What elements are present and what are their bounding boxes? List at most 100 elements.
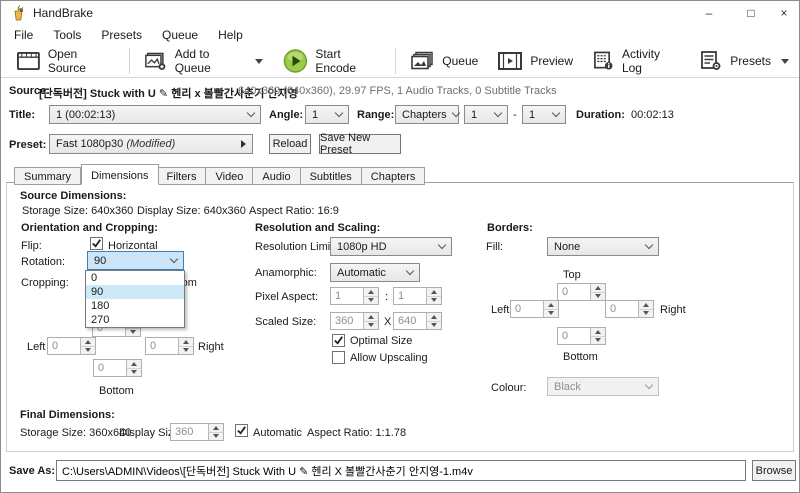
final-aspect-ratio: Aspect Ratio: 1:1.78 <box>307 427 406 439</box>
preview-label: Preview <box>530 54 573 68</box>
menu-file[interactable]: File <box>4 26 43 44</box>
crop-right-label: Right <box>198 341 224 353</box>
log-document-icon <box>593 51 614 71</box>
angle-label: Angle: <box>269 109 303 121</box>
triangle-down-icon <box>130 330 136 334</box>
save-as-input[interactable] <box>56 460 746 481</box>
range-from-select[interactable]: 1 <box>464 105 508 124</box>
browse-button[interactable]: Browse <box>752 460 796 481</box>
chevron-down-icon <box>552 109 560 117</box>
tab-video[interactable]: Video <box>206 167 253 185</box>
triangle-up-icon <box>368 315 374 319</box>
tab-subtitles[interactable]: Subtitles <box>301 167 362 185</box>
rotation-option-270[interactable]: 270 <box>86 313 184 327</box>
menu-presets[interactable]: Presets <box>91 26 152 44</box>
toolbar: Open Source Add to Queue Start Encode <box>1 45 799 78</box>
border-bottom-spinner: 0 <box>557 327 606 345</box>
chevron-down-icon[interactable] <box>781 59 789 64</box>
queue-button[interactable]: Queue <box>400 48 488 74</box>
crop-left-spinner[interactable]: 0 <box>47 337 96 355</box>
rotation-select[interactable]: 90 <box>87 251 184 270</box>
start-encode-label: Start Encode <box>315 47 381 75</box>
presets-label: Presets <box>730 54 771 68</box>
spin-up-button <box>427 313 441 322</box>
title-label: Title: <box>9 109 35 121</box>
triangle-down-icon <box>643 311 649 315</box>
menu-queue[interactable]: Queue <box>152 26 208 44</box>
spin-down-button[interactable] <box>179 347 193 355</box>
menu-help[interactable]: Help <box>208 26 253 44</box>
menubar: File Tools Presets Queue Help <box>1 25 799 45</box>
reload-button[interactable]: Reload <box>269 134 311 154</box>
angle-select[interactable]: 1 <box>305 105 349 124</box>
cropping-label: Cropping: <box>21 277 69 289</box>
tab-dimensions[interactable]: Dimensions <box>81 164 158 185</box>
fill-label: Fill: <box>486 241 503 253</box>
maximize-button[interactable]: □ <box>734 1 768 25</box>
minimize-button[interactable]: – <box>692 1 726 25</box>
resolution-limit-value: 1080p HD <box>337 241 387 253</box>
fill-select[interactable]: None <box>547 237 659 256</box>
range-type-select[interactable]: Chapters <box>395 105 459 124</box>
rotation-option-90[interactable]: 90 <box>86 285 184 299</box>
save-new-preset-button[interactable]: Save New Preset <box>319 134 401 154</box>
range-label: Range: <box>357 109 394 121</box>
spin-down-button[interactable] <box>81 347 95 355</box>
resolution-limit-select[interactable]: 1080p HD <box>330 237 452 256</box>
rotation-dropdown-list: 0 90 180 270 <box>85 270 185 328</box>
menu-tools[interactable]: Tools <box>43 26 91 44</box>
optimal-size-checkbox[interactable] <box>332 334 345 347</box>
activity-log-button[interactable]: Activity Log <box>583 44 690 78</box>
rotation-value: 90 <box>94 255 106 267</box>
spin-down-button[interactable] <box>127 369 141 377</box>
close-button[interactable]: × <box>767 1 800 25</box>
title-select[interactable]: 1 (00:02:13) <box>49 105 261 124</box>
source-aspect-ratio: Aspect Ratio: 16:9 <box>249 205 339 217</box>
open-source-button[interactable]: Open Source <box>7 44 125 78</box>
spin-up-button[interactable] <box>127 360 141 369</box>
scaled-height-spinner: 640 <box>393 312 442 330</box>
crop-right-spinner[interactable]: 0 <box>145 337 194 355</box>
preview-button[interactable]: Preview <box>488 48 583 74</box>
triangle-down-icon <box>368 323 374 327</box>
spin-down-button[interactable] <box>126 329 140 337</box>
play-circle-icon <box>283 48 308 74</box>
presets-button[interactable]: Presets <box>690 48 799 74</box>
triangle-up-icon <box>548 303 554 307</box>
tab-summary[interactable]: Summary <box>14 167 81 185</box>
start-encode-button[interactable]: Start Encode <box>273 44 392 78</box>
preset-select[interactable]: Fast 1080p30 (Modified) <box>49 134 253 154</box>
spin-down-button <box>364 322 378 330</box>
spin-up-button <box>364 313 378 322</box>
tab-filters[interactable]: Filters <box>158 167 207 185</box>
range-to-select[interactable]: 1 <box>522 105 566 124</box>
check-icon <box>236 425 247 436</box>
allow-upscaling-checkbox[interactable] <box>332 351 345 364</box>
duration-value: 00:02:13 <box>631 109 674 121</box>
tab-chapters[interactable]: Chapters <box>362 167 426 185</box>
spin-up-button <box>209 424 223 433</box>
spin-up-button[interactable] <box>81 338 95 347</box>
border-top-label: Top <box>563 269 581 281</box>
crop-bottom-spinner[interactable]: 0 <box>93 359 142 377</box>
spin-up-button <box>591 328 605 337</box>
automatic-checkbox[interactable] <box>235 424 248 437</box>
crop-bottom-label: Bottom <box>99 385 134 397</box>
window-title: HandBrake <box>33 6 93 20</box>
anamorphic-select[interactable]: Automatic <box>330 263 420 282</box>
tab-audio[interactable]: Audio <box>253 167 300 185</box>
pixel-aspect-label: Pixel Aspect: <box>255 291 318 303</box>
chevron-down-icon <box>451 109 459 117</box>
chevron-down-icon[interactable] <box>255 59 263 64</box>
spin-up-button[interactable] <box>179 338 193 347</box>
optimal-size-label: Optimal Size <box>350 335 412 347</box>
flip-horizontal-checkbox[interactable] <box>90 237 103 250</box>
queue-label: Queue <box>442 54 478 68</box>
rotation-option-180[interactable]: 180 <box>86 299 184 313</box>
rotation-option-0[interactable]: 0 <box>86 271 184 285</box>
add-to-queue-label: Add to Queue <box>175 47 245 75</box>
add-to-queue-button[interactable]: Add to Queue <box>134 44 273 78</box>
fill-value: None <box>554 241 580 253</box>
final-display-size-spinner: 360 <box>170 423 224 441</box>
triangle-up-icon <box>131 362 137 366</box>
